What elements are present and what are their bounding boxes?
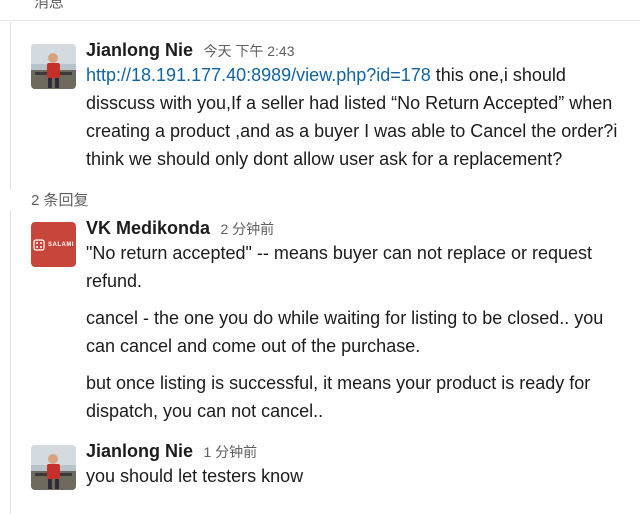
message-text: http://18.191.177.40:8989/view.php?id=17… <box>86 61 628 173</box>
salami-logo-icon: SALAMI <box>31 222 76 267</box>
thread-divider <box>0 210 11 514</box>
message-paragraph: cancel - the one you do while waiting fo… <box>86 308 604 356</box>
author-name[interactable]: VK Medikonda <box>86 218 210 238</box>
message-paragraph: but once listing is successful, it means… <box>86 373 591 421</box>
reply-count[interactable]: 2 条回复 <box>31 189 89 210</box>
channel-title: 消息 <box>34 0 65 11</box>
author-name[interactable]: Jianlong Nie <box>86 40 193 60</box>
timestamp[interactable]: 今天 下午 2:43 <box>203 43 294 59</box>
message-body: Jianlong Nie 今天 下午 2:43 http://18.191.17… <box>86 40 628 173</box>
avatar-logo-text: SALAMI <box>48 241 74 248</box>
thread-divider <box>0 22 11 190</box>
message-header: Jianlong Nie 今天 下午 2:43 <box>86 40 628 61</box>
message-paragraph: "No return accepted" -- means buyer can … <box>86 243 593 291</box>
author-name[interactable]: Jianlong Nie <box>86 441 193 461</box>
message-body: VK Medikonda 2 分钟前 "No return accepted" … <box>86 218 628 425</box>
message-header: Jianlong Nie 1 分钟前 <box>86 441 628 462</box>
avatar[interactable] <box>31 44 76 89</box>
channel-header: 消息 <box>0 0 640 21</box>
user-photo-icon <box>31 445 76 490</box>
avatar[interactable]: SALAMI <box>31 222 76 267</box>
avatar[interactable] <box>31 445 76 490</box>
timestamp[interactable]: 1 分钟前 <box>203 444 257 460</box>
timestamp[interactable]: 2 分钟前 <box>220 221 274 237</box>
salami-mark-icon <box>33 238 45 251</box>
message-body: Jianlong Nie 1 分钟前 you should let tester… <box>86 441 628 490</box>
user-photo-icon <box>31 44 76 89</box>
message-header: VK Medikonda 2 分钟前 <box>86 218 628 239</box>
message-text: you should let testers know <box>86 466 304 486</box>
message-link[interactable]: http://18.191.177.40:8989/view.php?id=17… <box>86 65 431 85</box>
